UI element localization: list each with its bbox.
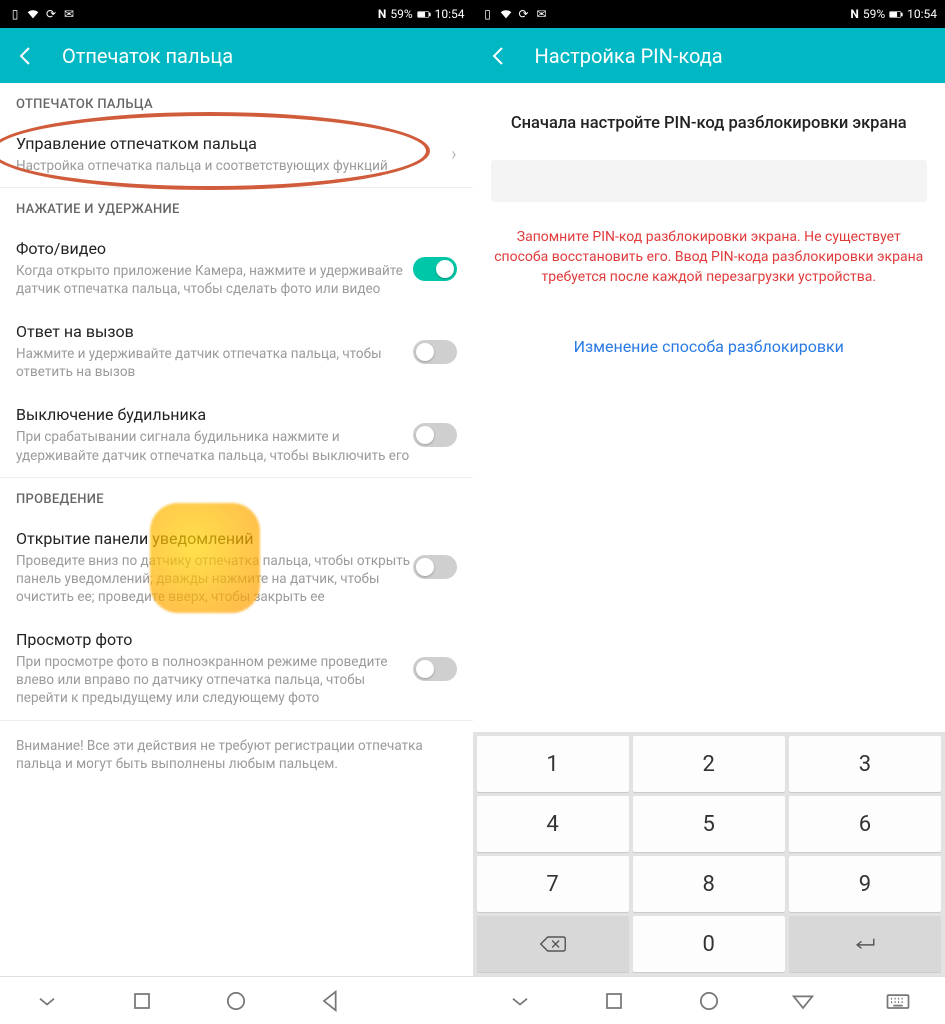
battery-icon <box>889 7 903 21</box>
notif-desc: Проведите вниз по датчику отпечатка паль… <box>16 552 413 607</box>
clock: 10:54 <box>907 7 937 21</box>
mail-icon: ✉ <box>62 7 76 21</box>
nav-keyboard-icon[interactable] <box>884 987 912 1015</box>
fingerprint-mgmt-desc: Настройка отпечатка пальца и соответству… <box>16 157 443 175</box>
footer-note: Внимание! Все эти действия не требуют ре… <box>0 720 473 789</box>
mail-icon: ✉ <box>535 7 549 21</box>
notification-panel-row[interactable]: Открытие панели уведомлений Проведите вн… <box>0 517 473 618</box>
phone-right: ▯ ⟳ ✉ N 59% 10:54 Настройка PIN-кода Сна… <box>473 0 945 1024</box>
alarm-off-desc: При срабатывании сигнала будильника нажм… <box>16 428 413 464</box>
battery-percent: 59% <box>390 7 412 21</box>
key-7[interactable]: 7 <box>477 856 629 912</box>
back-button[interactable] <box>487 44 511 68</box>
browse-photos-title: Просмотр фото <box>16 630 413 651</box>
fingerprint-mgmt-title: Управление отпечатком пальца <box>16 134 443 155</box>
key-9[interactable]: 9 <box>789 856 941 912</box>
key-2[interactable]: 2 <box>633 736 785 792</box>
nav-home-icon[interactable] <box>222 987 250 1015</box>
key-backspace[interactable] <box>477 916 629 972</box>
app-bar: Настройка PIN-кода <box>473 28 945 83</box>
alarm-off-row[interactable]: Выключение будильника При срабатывании с… <box>0 393 473 476</box>
pin-heading: Сначала настройте PIN-код разблокировки … <box>491 113 928 134</box>
browse-photos-row[interactable]: Просмотр фото При просмотре фото в полно… <box>0 618 473 719</box>
browse-photos-toggle[interactable] <box>413 657 457 681</box>
key-8[interactable]: 8 <box>633 856 785 912</box>
key-6[interactable]: 6 <box>789 796 941 852</box>
key-3[interactable]: 3 <box>789 736 941 792</box>
key-0[interactable]: 0 <box>633 916 785 972</box>
sim-icon: ▯ <box>481 7 495 21</box>
page-title: Настройка PIN-кода <box>535 44 723 68</box>
wifi-icon <box>26 7 40 21</box>
nav-back-down-icon[interactable] <box>789 987 817 1015</box>
battery-percent: 59% <box>863 7 885 21</box>
pin-warning: Запомните PIN-код разблокировки экрана. … <box>491 228 928 287</box>
alarm-off-toggle[interactable] <box>413 423 457 447</box>
sync-icon: ⟳ <box>517 7 531 21</box>
notif-title: Открытие панели уведомлений <box>16 529 413 550</box>
nav-recent-icon[interactable] <box>600 987 628 1015</box>
key-4[interactable]: 4 <box>477 796 629 852</box>
photo-video-row[interactable]: Фото/видео Когда открыто приложение Каме… <box>0 227 473 310</box>
nav-bar <box>473 976 945 1024</box>
photo-video-toggle[interactable] <box>413 257 457 281</box>
sync-icon: ⟳ <box>44 7 58 21</box>
answer-call-title: Ответ на вызов <box>16 322 413 343</box>
key-5[interactable]: 5 <box>633 796 785 852</box>
nav-recent-icon[interactable] <box>128 987 156 1015</box>
numeric-keypad: 1 2 3 4 5 6 7 8 9 0 <box>473 732 945 976</box>
photo-video-title: Фото/видео <box>16 239 413 260</box>
change-unlock-method-link[interactable]: Изменение способа разблокировки <box>491 337 928 356</box>
pin-setup-content: Сначала настройте PIN-код разблокировки … <box>473 83 945 976</box>
answer-call-toggle[interactable] <box>413 340 457 364</box>
nfc-icon: N <box>850 7 858 21</box>
battery-icon <box>417 7 431 21</box>
key-1[interactable]: 1 <box>477 736 629 792</box>
answer-call-desc: Нажмите и удерживайте датчик отпечатка п… <box>16 345 413 381</box>
status-bar: ▯ ⟳ ✉ N 59% 10:54 <box>0 0 473 28</box>
nav-home-icon[interactable] <box>695 987 723 1015</box>
chevron-right-icon: › <box>451 144 456 165</box>
section-press-hold: НАЖАТИЕ И УДЕРЖАНИЕ <box>0 187 473 227</box>
nav-expand-icon[interactable] <box>33 987 61 1015</box>
photo-video-desc: Когда открыто приложение Камера, нажмите… <box>16 262 413 298</box>
key-enter[interactable] <box>789 916 941 972</box>
answer-call-row[interactable]: Ответ на вызов Нажмите и удерживайте дат… <box>0 310 473 393</box>
nav-back-icon[interactable] <box>317 987 345 1015</box>
clock: 10:54 <box>435 7 465 21</box>
status-bar: ▯ ⟳ ✉ N 59% 10:54 <box>473 0 945 28</box>
page-title: Отпечаток пальца <box>62 44 233 68</box>
browse-photos-desc: При просмотре фото в полноэкранном режим… <box>16 653 413 708</box>
wifi-icon <box>499 7 513 21</box>
sim-icon: ▯ <box>8 7 22 21</box>
nav-bar <box>0 976 473 1024</box>
app-bar: Отпечаток пальца <box>0 28 473 83</box>
fingerprint-management-row[interactable]: Управление отпечатком пальца Настройка о… <box>0 122 473 187</box>
nfc-icon: N <box>378 7 386 21</box>
notif-toggle[interactable] <box>413 555 457 579</box>
phone-left: ▯ ⟳ ✉ N 59% 10:54 Отпечаток пальца ОТПЕЧ… <box>0 0 473 1024</box>
settings-content: ОТПЕЧАТОК ПАЛЬЦА Управление отпечатком п… <box>0 83 473 976</box>
nav-expand-icon[interactable] <box>506 987 534 1015</box>
section-fingerprint: ОТПЕЧАТОК ПАЛЬЦА <box>0 83 473 122</box>
alarm-off-title: Выключение будильника <box>16 405 413 426</box>
section-swipe: ПРОВЕДЕНИЕ <box>0 477 473 517</box>
back-button[interactable] <box>14 44 38 68</box>
pin-input[interactable] <box>491 160 928 202</box>
